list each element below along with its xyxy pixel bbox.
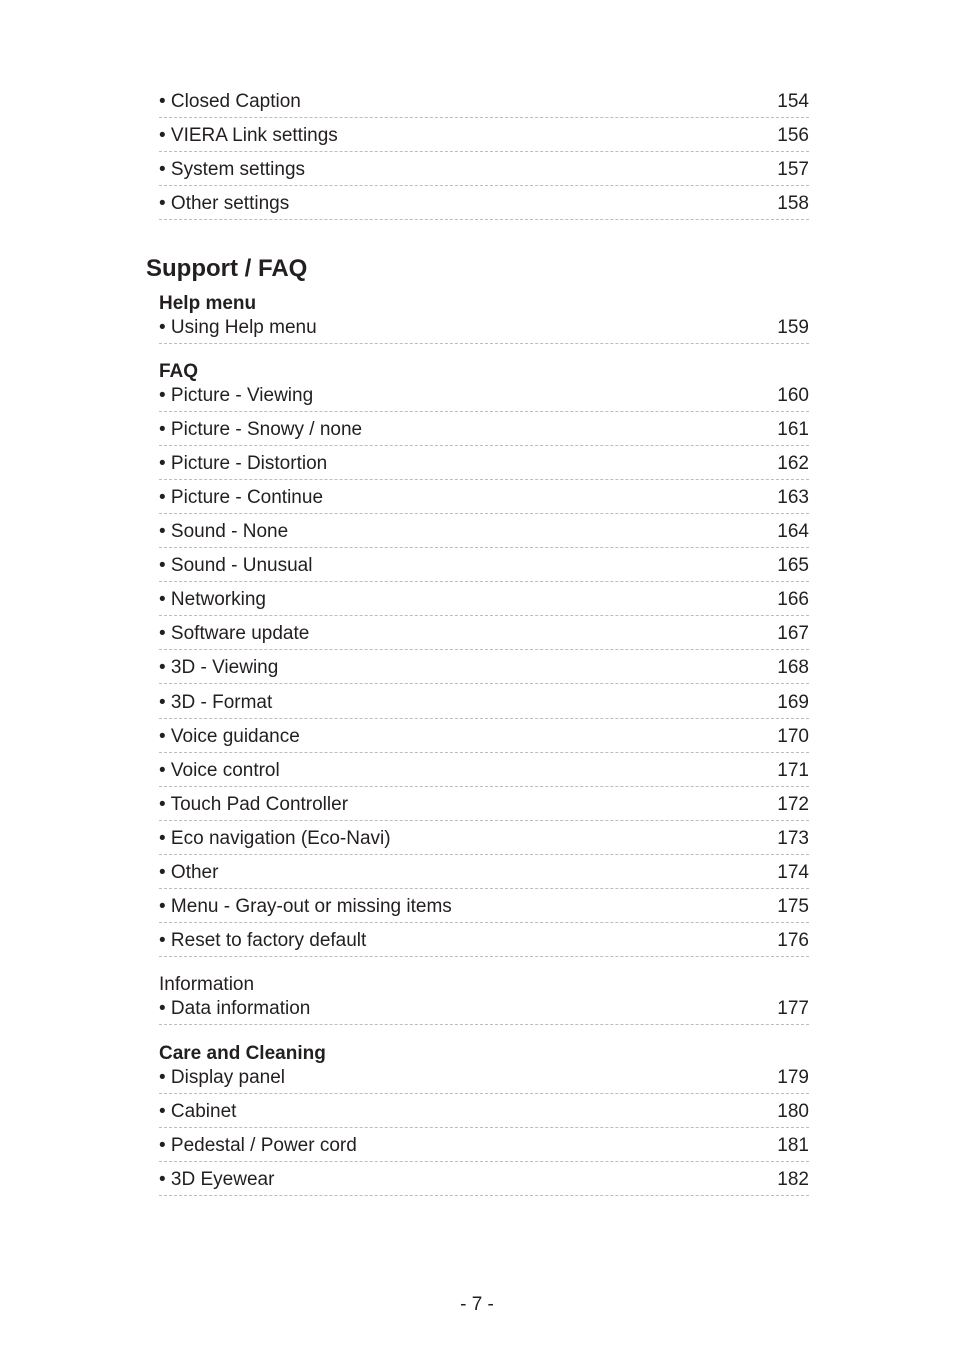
page-number: - 7 -: [460, 1294, 494, 1315]
toc-entry-label: • Touch Pad Controller: [159, 793, 349, 815]
toc-entry[interactable]: • Data information 177: [159, 991, 809, 1025]
toc-entry-label: • Sound - Unusual: [159, 555, 313, 577]
toc-entry-label: • Using Help menu: [159, 317, 317, 338]
toc-entry-page: 171: [777, 759, 809, 781]
toc-entry-label: • Reset to factory default: [159, 929, 367, 951]
toc-entry[interactable]: • Networking 166: [159, 582, 809, 617]
toc-entry-page: 157: [777, 159, 809, 180]
toc-entry-page: 160: [777, 385, 809, 406]
toc-entry-label: • Cabinet: [159, 1101, 237, 1122]
toc-entry-page: 175: [777, 895, 809, 917]
toc-entry-page: 161: [777, 419, 809, 441]
toc-entry-page: 174: [777, 861, 809, 883]
toc-entry-label: • 3D Eyewear: [159, 1169, 275, 1190]
toc-entry[interactable]: • Reset to factory default 176: [159, 923, 809, 957]
toc-entry[interactable]: • 3D - Viewing 168: [159, 650, 809, 685]
toc-entry[interactable]: • Sound - Unusual 165: [159, 548, 809, 583]
toc-entry[interactable]: • Closed Caption 154: [159, 84, 809, 118]
toc-entry[interactable]: • Picture - Continue 163: [159, 480, 809, 515]
toc-entry[interactable]: • Other 174: [159, 855, 809, 889]
toc-entry[interactable]: • Picture - Snowy / none 161: [159, 412, 809, 447]
toc-entry-label: • Display panel: [159, 1067, 285, 1088]
toc-entry-label: • Software update: [159, 623, 310, 645]
toc-entry[interactable]: • Menu - Gray-out or missing items 175: [159, 889, 809, 923]
toc-entry[interactable]: • Using Help menu 159: [159, 310, 809, 344]
toc-entry[interactable]: • Software update 167: [159, 616, 809, 651]
toc-entry-label: • 3D - Format: [159, 691, 273, 713]
toc-entry-label: • Picture - Snowy / none: [159, 419, 363, 441]
toc-entry-page: 172: [777, 793, 809, 815]
toc-entry[interactable]: • Pedestal / Power cord 181: [159, 1128, 809, 1162]
toc-entry[interactable]: • Picture - Viewing 160: [159, 378, 809, 412]
toc-entry-label: • Sound - None: [159, 521, 289, 543]
toc-entry-label: • Data information: [159, 998, 311, 1019]
toc-entry-page: 154: [777, 91, 809, 112]
toc-entry-label: • System settings: [159, 159, 306, 180]
toc-entry-page: 173: [777, 827, 809, 849]
toc-entry[interactable]: • 3D - Format 169: [159, 685, 809, 719]
toc-entry-label: • Networking: [159, 589, 266, 611]
toc-entry[interactable]: • Display panel 179: [159, 1060, 809, 1094]
toc-entry-label: • Picture - Continue: [159, 487, 324, 509]
toc-entry[interactable]: • Voice guidance 170: [159, 719, 809, 753]
toc-entry-page: 168: [777, 657, 809, 679]
toc-entry-label: • 3D - Viewing: [159, 657, 279, 679]
toc-entry-label: • Menu - Gray-out or missing items: [159, 895, 452, 917]
toc-entry-page: 170: [777, 725, 809, 747]
toc-entry-page: 156: [777, 125, 809, 146]
toc-entry-page: 166: [777, 589, 809, 611]
toc-entry-page: 169: [777, 691, 809, 713]
toc-entry-label: • Pedestal / Power cord: [159, 1135, 357, 1156]
toc-entry-page: 176: [777, 929, 809, 951]
toc-entry-page: 163: [777, 487, 809, 509]
toc-entry-label: • Other: [159, 861, 219, 883]
toc-entry-label: • Closed Caption: [159, 91, 301, 112]
toc-entry-page: 182: [777, 1169, 809, 1190]
toc-entry-page: 167: [777, 623, 809, 645]
toc-entry-label: • Picture - Viewing: [159, 385, 314, 406]
toc-entry-label: • VIERA Link settings: [159, 125, 338, 146]
toc-entry[interactable]: • System settings 157: [159, 152, 809, 186]
toc-entry[interactable]: • Sound - None 164: [159, 514, 809, 549]
toc-entry-label: • Voice control: [159, 759, 280, 781]
toc-entry[interactable]: • 3D Eyewear 182: [159, 1162, 809, 1196]
toc-entry-page: 158: [777, 193, 809, 214]
toc-entry-label: • Voice guidance: [159, 725, 300, 747]
toc-entry-page: 177: [777, 998, 809, 1019]
toc-entry-label: • Picture - Distortion: [159, 453, 328, 475]
toc-entry[interactable]: • Other settings 158: [159, 186, 809, 220]
toc-entry[interactable]: • Eco navigation (Eco-Navi) 173: [159, 821, 809, 855]
toc-entry-page: 162: [777, 453, 809, 475]
toc-entry-label: • Eco navigation (Eco-Navi): [159, 827, 391, 849]
toc-entry-page: 165: [777, 555, 809, 577]
toc-entry[interactable]: • Picture - Distortion 162: [159, 446, 809, 481]
toc-entry[interactable]: • Cabinet 180: [159, 1094, 809, 1128]
toc-entry-page: 159: [777, 317, 809, 338]
toc-entry-page: 179: [777, 1067, 809, 1088]
section-title: Support / FAQ: [146, 255, 308, 282]
toc-entry[interactable]: • VIERA Link settings 156: [159, 118, 809, 152]
toc-entry-page: 181: [777, 1135, 809, 1156]
toc-entry[interactable]: • Touch Pad Controller 172: [159, 787, 809, 821]
toc-entry[interactable]: • Voice control 171: [159, 753, 809, 787]
toc-entry-page: 180: [777, 1101, 809, 1122]
toc-entry-label: • Other settings: [159, 193, 290, 214]
toc-entry-page: 164: [777, 521, 809, 543]
toc-page: • Closed Caption 154 • VIERA Link settin…: [0, 0, 954, 1350]
